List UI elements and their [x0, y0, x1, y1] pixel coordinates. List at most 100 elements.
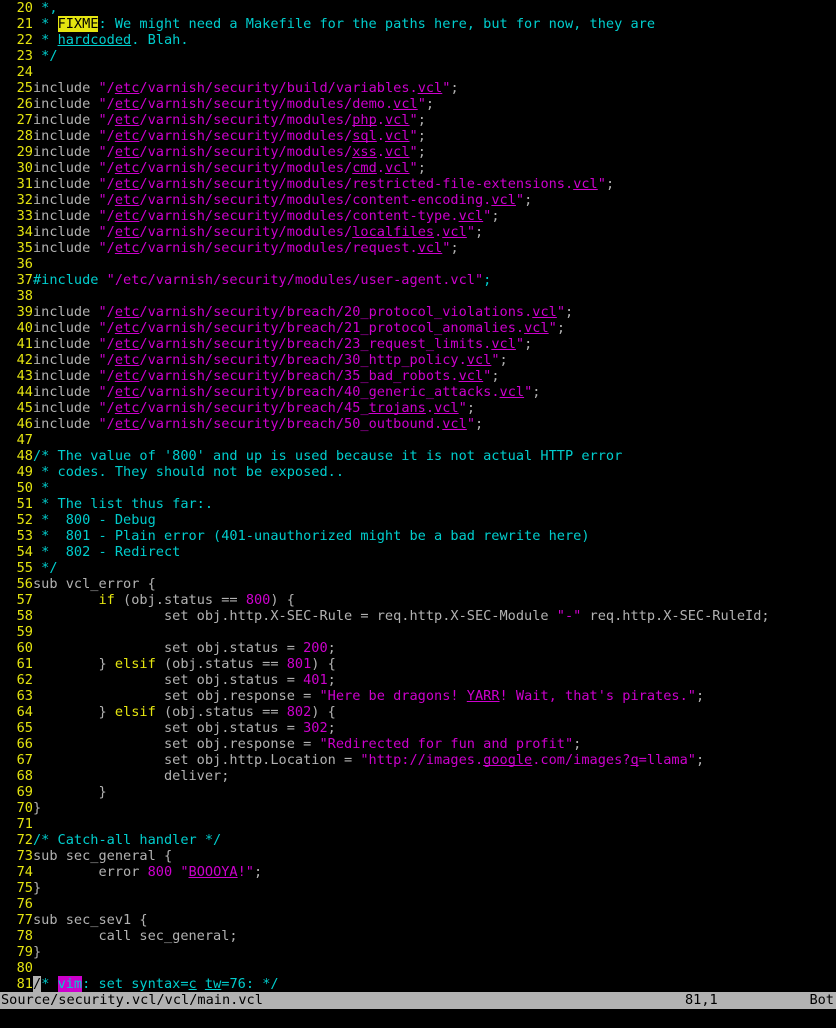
code-span: set obj.http.X-SEC-Rule = req.http.X-SEC…	[33, 608, 557, 624]
editor-text-buffer[interactable]: 20 *, 21 * FIXME: We might need a Makefil…	[0, 0, 836, 992]
editor-line[interactable]: 30include "/etc/varnish/security/modules…	[0, 160, 836, 176]
code-span: "http://images.	[360, 752, 484, 768]
code-span: *	[33, 480, 50, 496]
editor-line[interactable]: 75}	[0, 880, 836, 896]
editor-line[interactable]: 48/* The value of '800' and up is used b…	[0, 448, 836, 464]
vim-command-line[interactable]	[0, 1009, 836, 1028]
editor-line[interactable]: 44include "/etc/varnish/security/breach/…	[0, 384, 836, 400]
editor-line[interactable]: 66 set obj.response = "Redirected for fu…	[0, 736, 836, 752]
editor-line[interactable]: 23 */	[0, 48, 836, 64]
editor-line[interactable]: 35include "/etc/varnish/security/modules…	[0, 240, 836, 256]
editor-line[interactable]: 79}	[0, 944, 836, 960]
editor-line[interactable]: 73sub sec_general {	[0, 848, 836, 864]
editor-line[interactable]: 37#include "/etc/varnish/security/module…	[0, 272, 836, 288]
editor-line[interactable]: 76	[0, 896, 836, 912]
editor-line[interactable]: 68 deliver;	[0, 768, 836, 784]
editor-line[interactable]: 77sub sec_sev1 {	[0, 912, 836, 928]
code-span: "	[409, 144, 418, 160]
editor-line[interactable]: 67 set obj.http.Location = "http://image…	[0, 752, 836, 768]
vim-terminal-window[interactable]: 20 *, 21 * FIXME: We might need a Makefil…	[0, 0, 836, 1028]
editor-line[interactable]: 38	[0, 288, 836, 304]
editor-line[interactable]: 54 * 802 - Redirect	[0, 544, 836, 560]
line-number: 73	[16, 848, 33, 864]
line-content: include "/etc/varnish/security/modules/s…	[33, 128, 426, 144]
editor-line[interactable]: 65 set obj.status = 302;	[0, 720, 836, 736]
editor-line[interactable]: 22 * hardcoded. Blah.	[0, 32, 836, 48]
editor-line[interactable]: 27include "/etc/varnish/security/modules…	[0, 112, 836, 128]
code-span: /varnish/security/modules/	[139, 128, 353, 144]
code-span: FIXME	[57, 16, 99, 32]
code-span: localfiles	[352, 224, 435, 240]
editor-line[interactable]: 20 *,	[0, 0, 836, 16]
editor-line[interactable]: 29include "/etc/varnish/security/modules…	[0, 144, 836, 160]
code-span: "/	[98, 112, 115, 128]
editor-line[interactable]: 60 set obj.status = 200;	[0, 640, 836, 656]
editor-line[interactable]: 61 } elsif (obj.status == 801) {	[0, 656, 836, 672]
editor-line[interactable]: 41include "/etc/varnish/security/breach/…	[0, 336, 836, 352]
editor-line[interactable]: 26include "/etc/varnish/security/modules…	[0, 96, 836, 112]
code-span: ;	[475, 416, 484, 432]
editor-line[interactable]: 36	[0, 256, 836, 272]
editor-line[interactable]: 74 error 800 "BOOOYA!";	[0, 864, 836, 880]
line-number: 42	[16, 352, 33, 368]
editor-line[interactable]: 57 if (obj.status == 800) {	[0, 592, 836, 608]
code-span: /varnish/security/breach/45_	[139, 400, 369, 416]
editor-line[interactable]: 70}	[0, 800, 836, 816]
editor-line[interactable]: 55 */	[0, 560, 836, 576]
code-span: YARR	[466, 688, 500, 704]
line-content: set obj.status = 401;	[33, 672, 336, 688]
code-span: include	[33, 160, 99, 176]
editor-line[interactable]: 78 call sec_general;	[0, 928, 836, 944]
line-content: /* vim: set syntax=c tw=76: */	[33, 976, 279, 992]
editor-line[interactable]: 39include "/etc/varnish/security/breach/…	[0, 304, 836, 320]
code-span: "-"	[556, 608, 582, 624]
code-span: ! Wait, that's pirates."	[499, 688, 696, 704]
line-content: } elsif (obj.status == 801) {	[33, 656, 335, 672]
editor-line[interactable]: 40include "/etc/varnish/security/breach/…	[0, 320, 836, 336]
editor-line[interactable]: 62 set obj.status = 401;	[0, 672, 836, 688]
code-span: vcl	[393, 96, 418, 112]
editor-line[interactable]: 64 } elsif (obj.status == 802) {	[0, 704, 836, 720]
editor-line[interactable]: 49 * codes. They should not be exposed..	[0, 464, 836, 480]
code-span: google	[483, 752, 533, 768]
editor-line[interactable]: 45include "/etc/varnish/security/breach/…	[0, 400, 836, 416]
editor-line[interactable]: 71	[0, 816, 836, 832]
editor-line[interactable]: 56sub vcl_error {	[0, 576, 836, 592]
editor-line[interactable]: 80	[0, 960, 836, 976]
line-number: 56	[16, 576, 33, 592]
code-span: include	[33, 176, 99, 192]
editor-line[interactable]: 47	[0, 432, 836, 448]
code-span: q	[630, 752, 639, 768]
editor-line[interactable]: 58 set obj.http.X-SEC-Rule = req.http.X-…	[0, 608, 836, 624]
line-content: call sec_general;	[33, 928, 237, 944]
editor-line[interactable]: 42include "/etc/varnish/security/breach/…	[0, 352, 836, 368]
code-span: ;	[524, 192, 533, 208]
editor-line[interactable]: 50 *	[0, 480, 836, 496]
line-number: 61	[16, 656, 33, 672]
editor-line[interactable]: 33include "/etc/varnish/security/modules…	[0, 208, 836, 224]
editor-line[interactable]: 63 set obj.response = "Here be dragons! …	[0, 688, 836, 704]
editor-line[interactable]: 25include "/etc/varnish/security/build/v…	[0, 80, 836, 96]
editor-line[interactable]: 46include "/etc/varnish/security/breach/…	[0, 416, 836, 432]
code-span: }	[33, 784, 107, 800]
code-span: */	[33, 48, 58, 64]
editor-line[interactable]: 31include "/etc/varnish/security/modules…	[0, 176, 836, 192]
editor-line[interactable]: 69 }	[0, 784, 836, 800]
editor-line[interactable]: 24	[0, 64, 836, 80]
editor-line[interactable]: 53 * 801 - Plain error (401-unauthorized…	[0, 528, 836, 544]
editor-line[interactable]: 81/* vim: set syntax=c tw=76: */	[0, 976, 836, 992]
editor-line[interactable]: 28include "/etc/varnish/security/modules…	[0, 128, 836, 144]
line-number: 22	[16, 32, 33, 48]
editor-line[interactable]: 51 * The list thus far:.	[0, 496, 836, 512]
editor-line[interactable]: 72/* Catch-all handler */	[0, 832, 836, 848]
editor-line[interactable]: 21 * FIXME: We might need a Makefile for…	[0, 16, 836, 32]
line-content: include "/etc/varnish/security/breach/23…	[33, 336, 532, 352]
editor-line[interactable]: 52 * 800 - Debug	[0, 512, 836, 528]
editor-line[interactable]: 34include "/etc/varnish/security/modules…	[0, 224, 836, 240]
code-span: etc	[114, 240, 140, 256]
editor-line[interactable]: 59	[0, 624, 836, 640]
code-span: !"	[237, 864, 254, 880]
editor-line[interactable]: 43include "/etc/varnish/security/breach/…	[0, 368, 836, 384]
code-span: vcl	[491, 192, 516, 208]
editor-line[interactable]: 32include "/etc/varnish/security/modules…	[0, 192, 836, 208]
